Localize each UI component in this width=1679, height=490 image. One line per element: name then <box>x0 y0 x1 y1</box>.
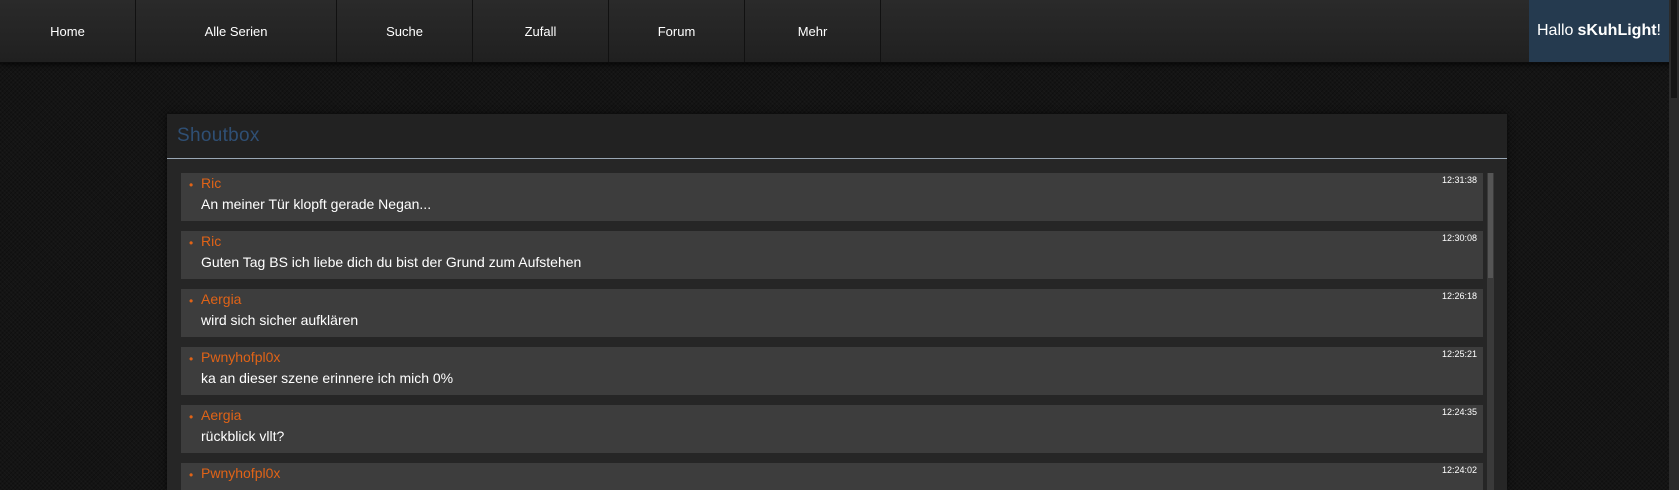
shout-list: • Ric An meiner Tür klopft gerade Negan.… <box>181 173 1493 490</box>
nav-more[interactable]: Mehr <box>745 0 881 62</box>
shout-author[interactable]: Ric <box>201 175 221 191</box>
shout-time: 12:24:02 <box>1441 465 1477 475</box>
shout-item: • Ric Guten Tag BS ich liebe dich du bis… <box>181 231 1483 279</box>
shout-item: • Aergia wird sich sicher aufklären 12:2… <box>181 289 1483 337</box>
bullet-icon: • <box>189 236 194 250</box>
bullet-icon: • <box>189 468 194 482</box>
shout-author[interactable]: Aergia <box>201 407 241 423</box>
username: sKuhLight <box>1577 22 1657 39</box>
shoutbox-scrollbar[interactable] <box>1487 173 1494 490</box>
shout-time: 12:30:08 <box>1441 233 1477 243</box>
nav-forum[interactable]: Forum <box>609 0 745 62</box>
shout-message: An meiner Tür klopft gerade Negan... <box>201 196 432 212</box>
shout-time: 12:25:21 <box>1441 349 1477 359</box>
page-scrollbar-thumb[interactable] <box>1671 0 1677 98</box>
shout-time: 12:24:35 <box>1441 407 1477 417</box>
bullet-icon: • <box>189 294 194 308</box>
shout-message: ka an dieser szene erinnere ich mich 0% <box>201 370 454 386</box>
shoutbox-scrollbar-thumb[interactable] <box>1488 173 1493 278</box>
shout-author[interactable]: Ric <box>201 233 221 249</box>
bullet-icon: • <box>189 178 194 192</box>
bullet-icon: • <box>189 410 194 424</box>
greeting-prefix: Hallo <box>1536 22 1574 39</box>
shout-item: • Pwnyhofpl0x 12:24:02 <box>181 463 1483 490</box>
nav-search[interactable]: Suche <box>337 0 473 62</box>
shoutbox-panel: Shoutbox • Ric An meiner Tür klopft gera… <box>167 114 1507 490</box>
shout-author[interactable]: Aergia <box>201 291 241 307</box>
nav-all-series[interactable]: Alle Serien <box>136 0 337 62</box>
shout-time: 12:26:18 <box>1441 291 1477 301</box>
shout-message: wird sich sicher aufklären <box>201 312 359 328</box>
shout-author[interactable]: Pwnyhofpl0x <box>201 349 280 365</box>
shout-item: • Ric An meiner Tür klopft gerade Negan.… <box>181 173 1483 221</box>
shout-item: • Pwnyhofpl0x ka an dieser szene erinner… <box>181 347 1483 395</box>
nav-home[interactable]: Home <box>0 0 136 62</box>
greeting-suffix: ! <box>1656 22 1661 39</box>
top-navigation: Home Alle Serien Suche Zufall Forum Mehr <box>0 0 1679 63</box>
shout-time: 12:31:38 <box>1441 175 1477 185</box>
shout-author[interactable]: Pwnyhofpl0x <box>201 465 280 481</box>
nav-random[interactable]: Zufall <box>473 0 609 62</box>
shoutbox-header: Shoutbox <box>167 114 1507 159</box>
shout-message: rückblick vllt? <box>201 428 285 444</box>
user-greeting[interactable]: Hallo sKuhLight! <box>1529 0 1669 62</box>
shout-message: Guten Tag BS ich liebe dich du bist der … <box>201 254 582 270</box>
shoutbox-title: Shoutbox <box>177 125 260 146</box>
page-scrollbar[interactable] <box>1669 0 1679 490</box>
bullet-icon: • <box>189 352 194 366</box>
shout-item: • Aergia rückblick vllt? 12:24:35 <box>181 405 1483 453</box>
